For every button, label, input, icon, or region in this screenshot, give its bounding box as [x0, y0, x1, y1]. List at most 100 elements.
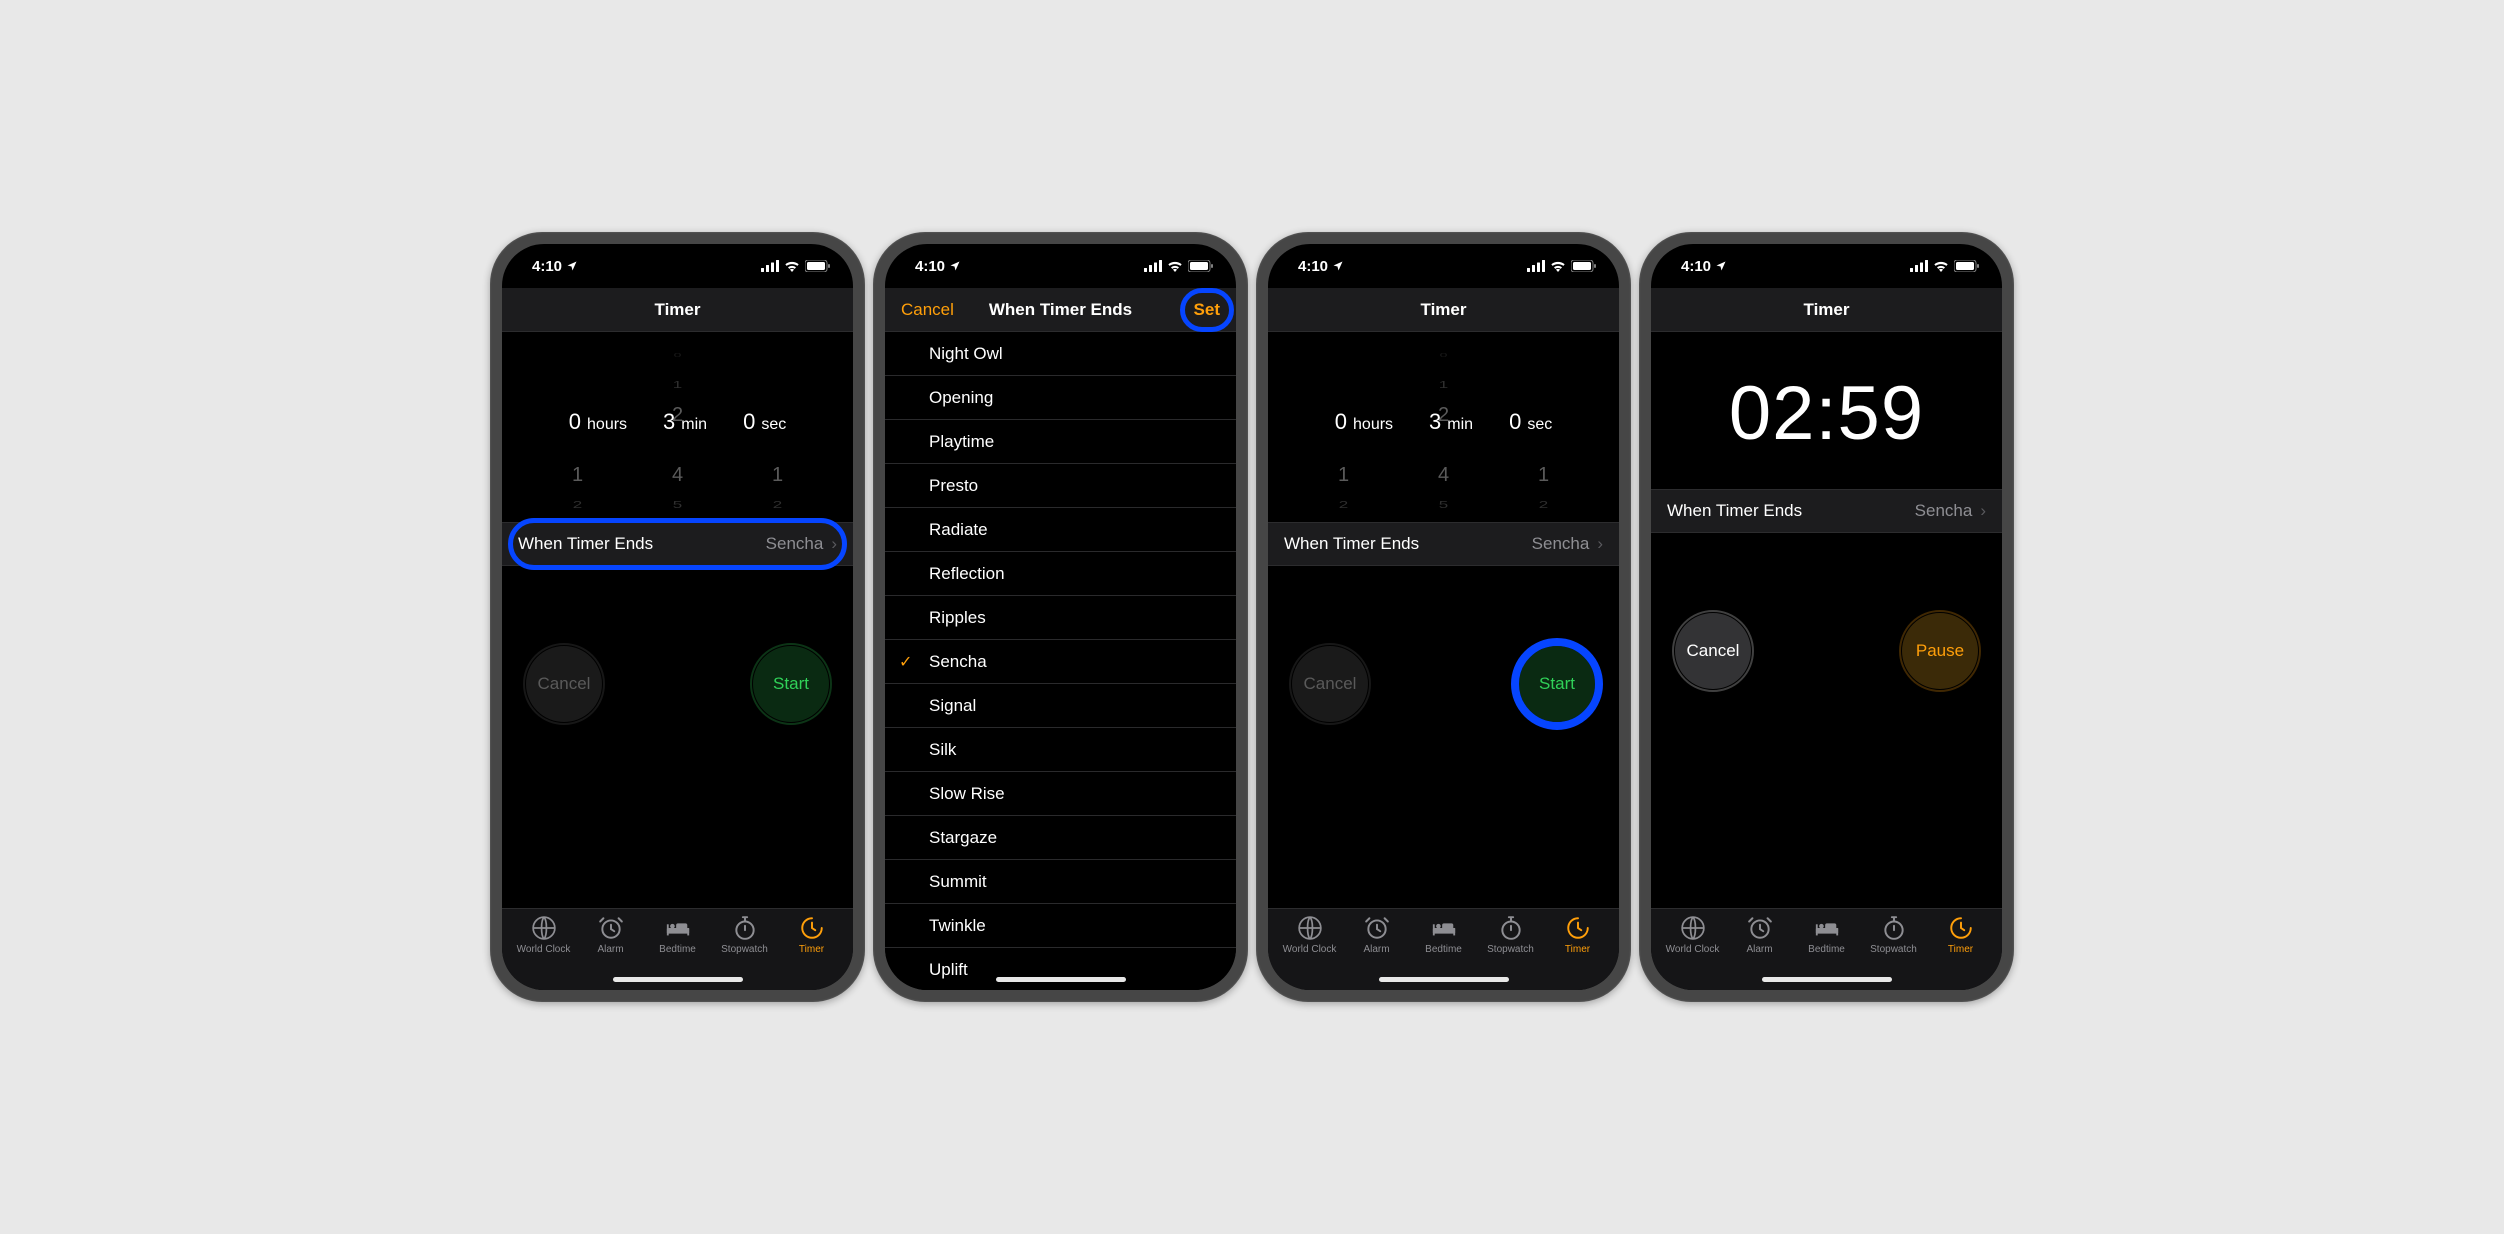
sound-option[interactable]: Slow Rise [885, 772, 1236, 816]
pause-button[interactable]: Pause [1902, 613, 1978, 689]
cancel-button[interactable]: Cancel [1675, 613, 1751, 689]
battery-icon [1954, 260, 1980, 272]
tab-label: World Clock [517, 944, 571, 955]
nav-bar: Cancel When Timer Ends Set [885, 288, 1236, 332]
sound-option[interactable]: Opening [885, 376, 1236, 420]
when-timer-ends-row[interactable]: When Timer Ends Sencha › [1268, 522, 1619, 566]
picker-min-value: 3 [1429, 409, 1441, 435]
sound-option[interactable]: Ripples [885, 596, 1236, 640]
sound-label: Signal [929, 696, 976, 716]
tab-label: Timer [1565, 944, 1590, 955]
battery-icon [1188, 260, 1214, 272]
when-timer-ends-row[interactable]: When Timer Ends Sencha › [1651, 489, 2002, 533]
stopwatch-icon [1881, 915, 1907, 941]
cancel-button[interactable]: Cancel [885, 288, 970, 332]
sound-option[interactable]: Playtime [885, 420, 1236, 464]
phone-frame: 4:10 Timer 123 012 456 123 0hours 3min [1256, 232, 1631, 1002]
bed-icon [1431, 915, 1457, 941]
alarm-icon [1747, 915, 1773, 941]
sound-list[interactable]: Night Owl Opening Playtime Presto RadiateRef… [885, 332, 1236, 990]
timer-icon [1565, 915, 1591, 941]
picker-hours-label: hours [587, 416, 627, 434]
countdown-display: 02:59 [1651, 332, 2002, 489]
sound-option[interactable]: Reflection [885, 552, 1236, 596]
signal-icon [1910, 260, 1928, 272]
cancel-button[interactable]: Cancel [1292, 646, 1368, 722]
picker-min-value: 3 [663, 409, 675, 435]
tab-label: Stopwatch [721, 944, 768, 955]
time-picker[interactable]: 123 012 456 123 0hours 3min 0sec [502, 332, 853, 522]
nav-bar: Timer [502, 288, 853, 332]
sound-option[interactable]: Night Owl [885, 332, 1236, 376]
sound-label: Playtime [929, 432, 994, 452]
home-indicator[interactable] [1379, 977, 1509, 982]
sound-label: Presto [929, 476, 978, 496]
tab-timer[interactable]: Timer [779, 915, 844, 990]
time-picker[interactable]: 123 012 456 123 0hours 3min 0sec [1268, 332, 1619, 522]
tab-globe[interactable]: World Clock [1277, 915, 1342, 990]
set-button[interactable]: Set [1178, 288, 1236, 332]
status-time: 4:10 [1681, 258, 1711, 275]
when-timer-ends-value: Sencha [1532, 534, 1590, 554]
globe-icon [1297, 915, 1323, 941]
bed-icon [665, 915, 691, 941]
picker-min-label: min [681, 416, 707, 434]
wifi-icon [1933, 260, 1949, 272]
sound-label: Ripples [929, 608, 986, 628]
phone-frame: 4:10 Timer 02:59 When Timer Ends Sencha … [1639, 232, 2014, 1002]
location-icon [566, 260, 578, 272]
chevron-right-icon: › [831, 534, 837, 554]
sound-option[interactable]: Silk [885, 728, 1236, 772]
sound-label: Stargaze [929, 828, 997, 848]
tab-globe[interactable]: World Clock [511, 915, 576, 990]
page-title: Timer [1421, 300, 1467, 320]
bed-icon [1814, 915, 1840, 941]
nav-bar: Timer [1268, 288, 1619, 332]
timer-icon [799, 915, 825, 941]
start-button[interactable]: Start [1519, 646, 1595, 722]
when-timer-ends-row[interactable]: When Timer Ends Sencha › [502, 522, 853, 566]
phone-frame: 4:10 Cancel When Timer Ends Set Night Ow… [873, 232, 1248, 1002]
when-timer-ends-value: Sencha [766, 534, 824, 554]
picker-sec-label: sec [761, 416, 786, 434]
home-indicator[interactable] [996, 977, 1126, 982]
sound-label: Slow Rise [929, 784, 1005, 804]
sound-option[interactable]: Uplift [885, 948, 1236, 990]
globe-icon [531, 915, 557, 941]
battery-icon [1571, 260, 1597, 272]
sound-option[interactable]: Summit [885, 860, 1236, 904]
nav-bar: Timer [1651, 288, 2002, 332]
tab-timer[interactable]: Timer [1545, 915, 1610, 990]
tab-label: Alarm [1746, 944, 1772, 955]
sound-option[interactable]: Twinkle [885, 904, 1236, 948]
home-indicator[interactable] [613, 977, 743, 982]
location-icon [949, 260, 961, 272]
notch [978, 244, 1143, 270]
sound-option[interactable]: Stargaze [885, 816, 1236, 860]
tab-label: Timer [799, 944, 824, 955]
wifi-icon [784, 260, 800, 272]
cancel-button[interactable]: Cancel [526, 646, 602, 722]
when-timer-ends-label: When Timer Ends [518, 534, 653, 554]
tab-timer[interactable]: Timer [1928, 915, 1993, 990]
home-indicator[interactable] [1762, 977, 1892, 982]
sound-label: Opening [929, 388, 993, 408]
alarm-icon [1364, 915, 1390, 941]
location-icon [1332, 260, 1344, 272]
sound-option[interactable]: ✓Sencha [885, 640, 1236, 684]
wifi-icon [1167, 260, 1183, 272]
sound-option[interactable]: Presto [885, 464, 1236, 508]
picker-sec-value: 0 [743, 409, 755, 435]
tab-globe[interactable]: World Clock [1660, 915, 1725, 990]
sound-option[interactable]: Signal [885, 684, 1236, 728]
start-button[interactable]: Start [753, 646, 829, 722]
tab-label: World Clock [1283, 944, 1337, 955]
signal-icon [1527, 260, 1545, 272]
sound-option[interactable]: Radiate [885, 508, 1236, 552]
tab-label: Bedtime [1808, 944, 1845, 955]
when-timer-ends-label: When Timer Ends [1284, 534, 1419, 554]
tab-label: Bedtime [659, 944, 696, 955]
signal-icon [761, 260, 779, 272]
status-time: 4:10 [915, 258, 945, 275]
status-time: 4:10 [1298, 258, 1328, 275]
